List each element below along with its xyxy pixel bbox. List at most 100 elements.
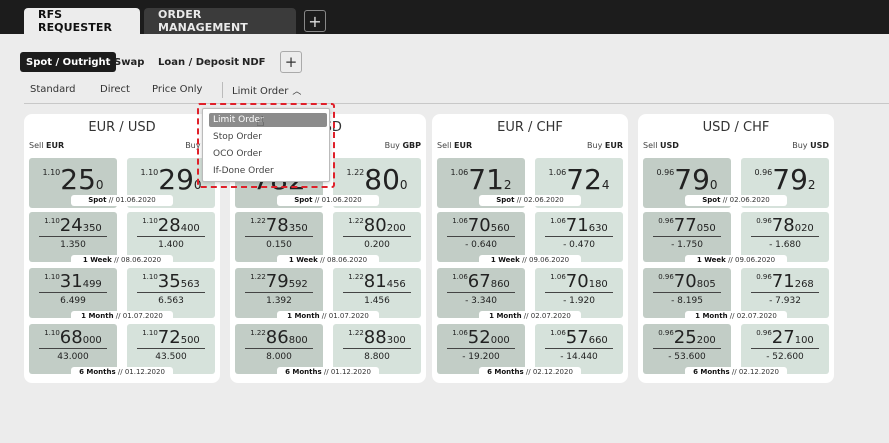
subtab-loan-deposit[interactable]: Loan / Deposit [152,52,245,72]
price-big-figure: 1.22 [346,168,365,177]
subtab-spot-outright[interactable]: Spot / Outright [20,52,117,72]
add-tab-button[interactable]: + [304,10,326,32]
order-type-standard[interactable]: Standard [30,84,76,95]
add-subtab-button[interactable]: + [280,51,302,73]
value-date: 01.06.2020 [321,196,362,204]
price-divider [343,236,411,237]
price-big-figure: 0.96 [658,329,674,337]
price-divider [245,348,313,349]
price-divider [653,236,721,237]
price-divider [137,348,205,349]
tenor-separator: // [722,196,728,204]
price-fractional: 860 [490,279,510,290]
price-pips: 78 [771,215,795,236]
subtab-ndf[interactable]: NDF [236,52,272,72]
forward-points: - 14.440 [560,352,598,362]
price-divider [545,292,613,293]
price-big-figure: 1.06 [550,329,566,337]
price-fractional: 0 [709,178,718,192]
dropdown-item-if-done-order[interactable]: If-Done Order [209,164,327,178]
price-big-figure: 1.10 [140,168,159,177]
value-date: 02.06.2020 [523,196,564,204]
value-date: 02.12.2020 [532,368,573,376]
price-fractional: 500 [180,335,200,346]
tab-order-management[interactable]: ORDER MANAGEMENT [144,8,296,34]
sell-side-label: Sell EUR [29,141,64,150]
buy-currency: GBP [402,141,421,150]
value-date: 02.12.2020 [738,368,779,376]
tenor-name: 1 Week [82,256,112,264]
price-divider [751,236,819,237]
tenor-name: 1 Month [695,312,728,320]
tenor-separator: // [320,256,325,264]
price-pips: 79 [772,163,808,196]
price-big-figure: 0.96 [756,329,772,337]
price-big-figure: 1.10 [142,217,158,225]
price-big-figure: 0.96 [754,168,773,177]
sell-side-label: Sell USD [643,141,679,150]
forward-points: - 52.600 [766,352,804,362]
order-type-direct[interactable]: Direct [100,84,130,95]
tenor-date-label: 1 Week // 09.06.2020 [479,255,581,266]
forward-points: 43.500 [155,352,187,362]
price-big-figure: 1.22 [348,217,364,225]
price-big-figure: 1.06 [550,273,566,281]
price-pips: 81 [363,271,387,292]
tenor-name: 1 Month [287,312,320,320]
price-divider [751,348,819,349]
forward-points: 8.000 [266,352,292,362]
sell-label: Sell [643,141,658,150]
forward-points: 1.392 [266,296,292,306]
tenor-name: 1 Week [696,256,726,264]
dropdown-item-limit-order[interactable]: Limit Order [209,113,327,127]
price-fractional: 300 [386,335,406,346]
tenor-date-label: 6 Months // 01.12.2020 [277,367,379,378]
dropdown-item-stop-order[interactable]: Stop Order [209,130,327,144]
value-date: 01.07.2020 [328,312,369,320]
sell-currency: EUR [46,141,65,150]
dropdown-item-oco-order[interactable]: OCO Order [209,147,327,161]
tenor-separator: // [729,312,735,320]
price-fractional: 000 [490,335,510,346]
price-fractional: 592 [288,279,308,290]
subtab-swap[interactable]: Swap [108,52,150,72]
forward-points: 1.350 [60,240,86,250]
value-date: 08.06.2020 [121,256,162,264]
sell-currency: USD [660,141,679,150]
price-quote: 1.0652000 [437,328,525,347]
tab-rfs-requester[interactable]: RFS REQUESTER [24,8,140,34]
tenor-date-label: 1 Month // 01.07.2020 [71,311,173,322]
price-fractional: 100 [794,335,814,346]
price-fractional: 0 [399,178,408,192]
price-fractional: 563 [180,279,200,290]
price-quote: 1.2279592 [235,272,323,291]
price-quote: 1.2281456 [333,272,421,291]
price-quote: 1.2280200 [333,216,421,235]
tenor-separator: // [522,256,527,264]
price-quote: 1.06724 [535,166,623,194]
tenor-date-label: 6 Months // 01.12.2020 [71,367,173,378]
price-big-figure: 1.22 [250,217,266,225]
order-type-price-only[interactable]: Price Only [152,84,202,95]
price-pips: 57 [565,327,589,348]
order-type-limit-order[interactable]: Limit Order ︿ [232,84,301,97]
top-bar: RFS REQUESTER ORDER MANAGEMENT + [0,0,889,34]
value-date: 02.06.2020 [729,196,770,204]
price-big-figure: 1.06 [452,273,468,281]
price-fractional: 800 [288,335,308,346]
price-pips: 70 [673,271,697,292]
price-big-figure: 1.10 [44,273,60,281]
price-big-figure: 0.96 [658,273,674,281]
price-fractional: 350 [288,223,308,234]
price-divider [653,348,721,349]
price-pips: 78 [265,215,289,236]
price-fractional: 660 [588,335,608,346]
price-big-figure: 1.22 [250,329,266,337]
price-quote: 1.2288300 [333,328,421,347]
price-divider [545,236,613,237]
buy-currency: USD [810,141,829,150]
price-fractional: 2 [807,178,816,192]
price-pips: 68 [59,327,83,348]
price-quote: 1.1072500 [127,328,215,347]
price-fractional: 050 [696,223,716,234]
